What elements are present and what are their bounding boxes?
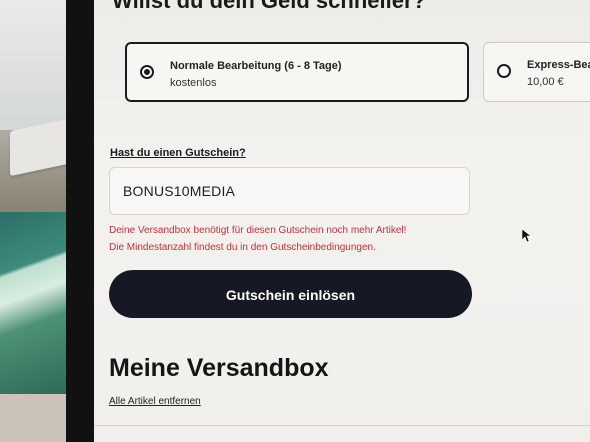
coupon-error-line: Deine Versandbox benötigt für diesen Gut… <box>109 225 407 236</box>
shipping-option-price: 10,00 € <box>527 76 564 88</box>
shipping-option-name: Normale Bearbeitung (6 - 8 Tage) <box>170 60 342 72</box>
screen-bezel <box>66 0 96 442</box>
mouse-pointer-icon <box>522 229 532 243</box>
shipping-option-normal[interactable]: Normale Bearbeitung (6 - 8 Tage) kostenl… <box>125 42 469 102</box>
shipping-option-name: Express-Bea <box>527 59 590 71</box>
radio-empty-icon[interactable] <box>497 64 511 78</box>
coupon-input[interactable]: BONUS10MEDIA <box>109 167 470 215</box>
shipping-option-price: kostenlos <box>170 77 217 89</box>
screen: Willst du dein Geld schneller? Normale B… <box>94 0 590 442</box>
remove-all-items-link[interactable]: Alle Artikel entfernen <box>109 396 201 407</box>
divider <box>94 425 590 426</box>
redeem-coupon-button[interactable]: Gutschein einlösen <box>109 270 472 318</box>
background-table <box>0 394 70 442</box>
coupon-error-message: Deine Versandbox benötigt für diesen Gut… <box>109 222 479 256</box>
shipping-option-express[interactable]: Express-Bea 10,00 € <box>483 42 590 102</box>
coupon-question-link[interactable]: Hast du einen Gutschein? <box>110 147 246 159</box>
background-book <box>0 212 70 394</box>
versandbox-title: Meine Versandbox <box>109 354 329 382</box>
shipping-heading: Willst du dein Geld schneller? <box>112 0 426 13</box>
coupon-error-line: Die Mindestanzahl findest du in den Guts… <box>109 242 376 253</box>
background-window <box>0 0 76 130</box>
radio-checked-icon[interactable] <box>140 65 154 79</box>
